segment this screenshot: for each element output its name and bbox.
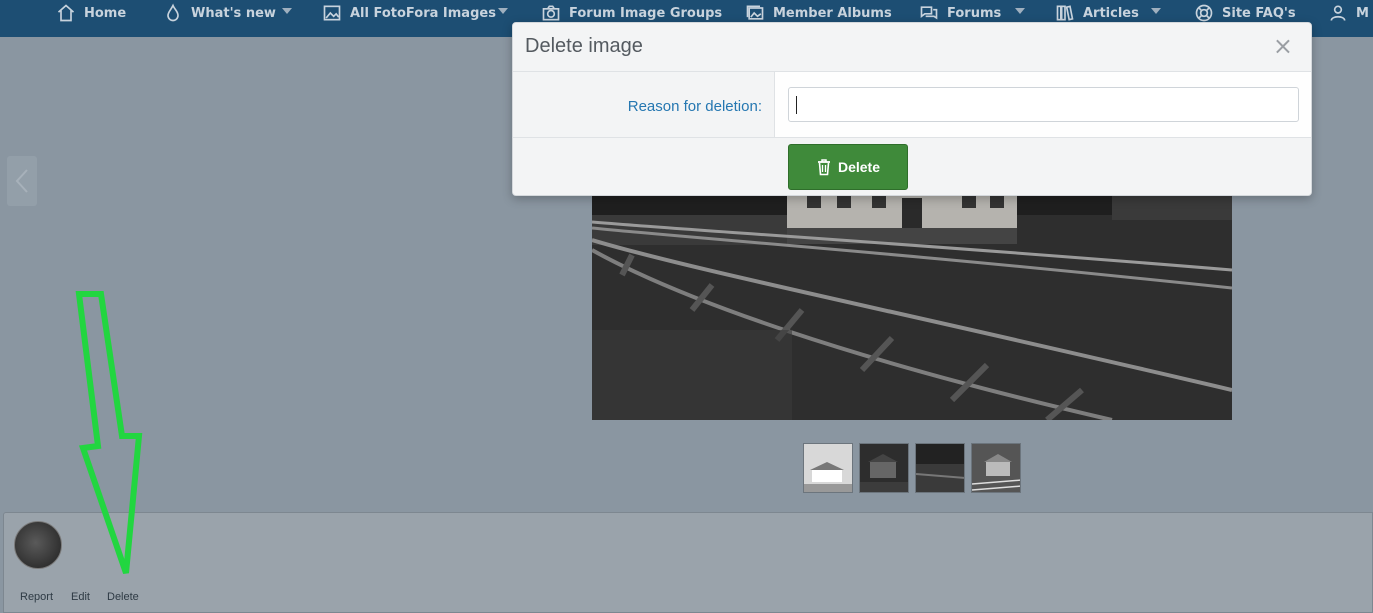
images-icon xyxy=(746,5,764,20)
dialog-title: Delete image xyxy=(525,35,643,57)
thumbnail-2[interactable] xyxy=(859,443,909,493)
thumbnail-1[interactable] xyxy=(803,443,853,493)
trash-icon xyxy=(817,159,830,176)
close-icon[interactable]: × xyxy=(1273,34,1293,58)
image-icon xyxy=(323,5,341,21)
thumbnail-4[interactable] xyxy=(971,443,1021,493)
nav-user-menu[interactable]: M xyxy=(1328,0,1369,26)
nav-all-images[interactable]: All FotoFora Images xyxy=(322,0,496,26)
avatar[interactable] xyxy=(14,521,62,569)
annotation-arrow xyxy=(75,291,143,574)
delete-button[interactable]: Delete xyxy=(788,144,908,190)
nav-whats-new[interactable]: What's new xyxy=(163,0,276,26)
delete-link[interactable]: Delete xyxy=(107,591,139,603)
report-link[interactable]: Report xyxy=(20,591,53,603)
railroad-photo xyxy=(592,160,1232,420)
thumbnail-image xyxy=(972,444,1020,492)
comments-icon xyxy=(920,6,938,20)
home-icon xyxy=(57,4,75,22)
chevron-left-icon xyxy=(15,169,28,193)
thumbnail-3[interactable] xyxy=(915,443,965,493)
thumbnail-image xyxy=(916,444,964,492)
user-icon xyxy=(1330,5,1346,21)
reason-input[interactable] xyxy=(788,87,1299,122)
reason-label: Reason for deletion: xyxy=(627,98,762,115)
flame-icon xyxy=(167,3,179,22)
thumbnail-image xyxy=(860,444,908,492)
reason-form-row: Reason for deletion: xyxy=(513,72,1311,138)
nav-home[interactable]: Home xyxy=(56,0,126,26)
media-info-bar xyxy=(3,512,1373,613)
previous-image-button[interactable] xyxy=(7,156,37,206)
thumbnail-image xyxy=(804,444,852,492)
chevron-down-icon[interactable] xyxy=(1151,8,1161,14)
life-ring-icon xyxy=(1195,4,1213,22)
edit-link[interactable]: Edit xyxy=(71,591,90,603)
reason-label-cell: Reason for deletion: xyxy=(513,72,775,137)
chevron-down-icon[interactable] xyxy=(282,8,292,14)
chevron-down-icon[interactable] xyxy=(1015,8,1025,14)
chevron-down-icon[interactable] xyxy=(498,8,508,14)
dialog-footer: Delete xyxy=(513,138,1311,195)
main-photo xyxy=(592,160,1232,420)
text-caret xyxy=(796,96,797,114)
camera-icon xyxy=(542,5,560,21)
delete-button-label: Delete xyxy=(837,159,881,175)
books-icon xyxy=(1056,5,1074,21)
dialog-header: Delete image × xyxy=(513,23,1311,72)
delete-image-dialog: Delete image × Reason for deletion: Dele… xyxy=(512,22,1312,196)
